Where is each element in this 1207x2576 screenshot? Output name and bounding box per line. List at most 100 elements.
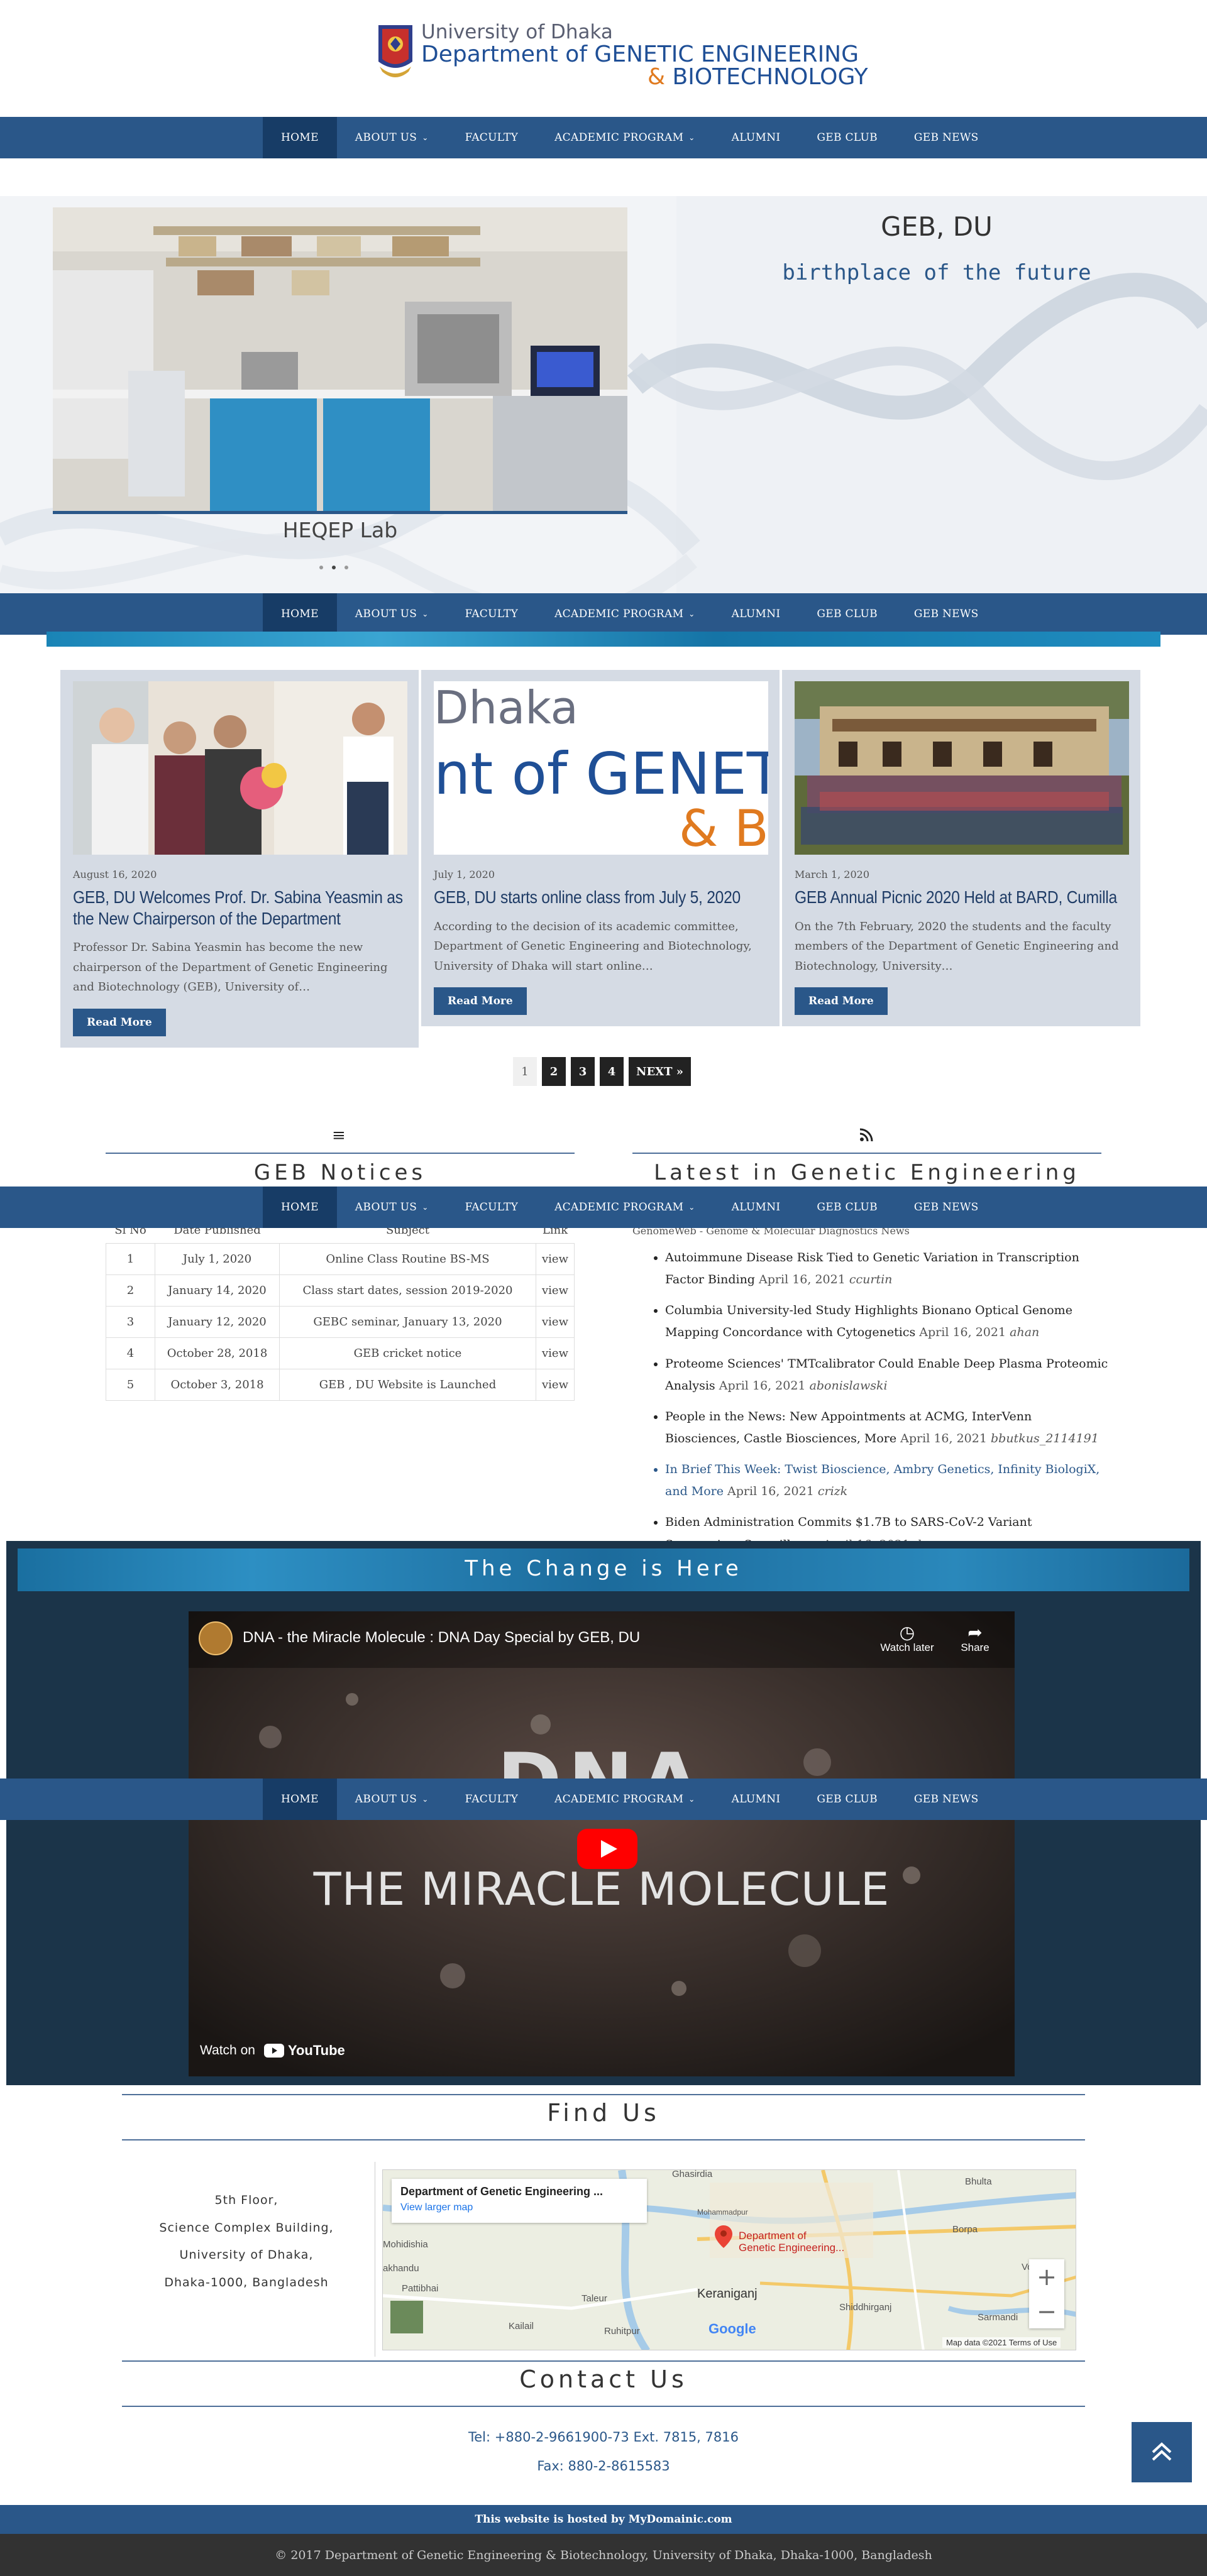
nav-faculty[interactable]: FACULTY <box>447 593 537 635</box>
map-pin-label-line: Genetic Engineering... <box>739 2241 845 2254</box>
nav-geb-club[interactable]: GEB CLUB <box>798 117 895 158</box>
section-divider <box>122 2139 1085 2140</box>
nav-alumni[interactable]: ALUMNI <box>714 1779 799 1820</box>
back-to-top-button[interactable] <box>1132 2422 1192 2482</box>
nav-alumni-label: ALUMNI <box>731 1201 781 1214</box>
post-title[interactable]: GEB Annual Picnic 2020 Held at BARD, Cum… <box>795 887 1127 908</box>
view-link[interactable]: view <box>536 1368 575 1401</box>
view-link[interactable]: view <box>536 1337 575 1369</box>
nav-home-label: HOME <box>281 1793 319 1806</box>
chevron-down-icon: ⌄ <box>422 1203 429 1212</box>
map-place-label: Pattibhai <box>402 2283 439 2294</box>
nav-geb-news[interactable]: GEB NEWS <box>896 1779 997 1820</box>
share-button[interactable]: ➦ Share <box>947 1624 1003 1654</box>
address-line: Science Complex Building, <box>159 2220 334 2235</box>
nav-home[interactable]: HOME <box>263 1779 337 1820</box>
post-excerpt: On the 7th February, 2020 the students a… <box>795 919 1119 973</box>
nav-home[interactable]: HOME <box>263 1187 337 1228</box>
nav-geb-news[interactable]: GEB NEWS <box>896 117 997 158</box>
play-button[interactable] <box>577 1829 637 1869</box>
zoom-in-button[interactable]: + <box>1029 2259 1064 2294</box>
nav-about-us[interactable]: ABOUT US ⌄ <box>337 593 447 635</box>
channel-avatar[interactable] <box>199 1621 233 1655</box>
next-page-button[interactable]: NEXT » <box>629 1057 692 1086</box>
post-thumbnail[interactable] <box>795 681 1129 855</box>
nav-geb-news[interactable]: GEB NEWS <box>896 593 997 635</box>
latest-news-feed: GenomeWeb - Genome & Molecular Diagnosti… <box>632 1222 1110 1565</box>
zoom-out-button[interactable]: − <box>1029 2294 1064 2328</box>
hosting-credit[interactable]: This website is hosted by MyDomainic.com <box>0 2505 1207 2534</box>
view-link[interactable]: view <box>536 1242 575 1275</box>
read-more-button[interactable]: Read More <box>73 1008 166 1036</box>
nav-about-us[interactable]: ABOUT US ⌄ <box>337 1779 447 1820</box>
view-larger-map-link[interactable]: View larger map <box>400 2202 638 2213</box>
nav-faculty[interactable]: FACULTY <box>447 1187 537 1228</box>
nav-geb-club[interactable]: GEB CLUB <box>798 1187 895 1228</box>
university-seal-icon <box>378 25 412 77</box>
site-logo[interactable]: University of Dhaka Department of GENETI… <box>376 23 868 89</box>
menu-icon: ≡ <box>332 1126 346 1145</box>
notices-table: Sl No Date Published Subject Link 1 July… <box>106 1218 575 1401</box>
google-logo: Google <box>708 2321 756 2337</box>
latest-title: Latest in Genetic Engineering <box>654 1160 1080 1185</box>
post-title[interactable]: GEB, DU starts online class from July 5,… <box>434 887 766 908</box>
post-thumbnail[interactable]: Dhaka nt of GENETI & BI <box>434 681 768 855</box>
cell-subject: Online Class Routine BS-MS <box>279 1242 536 1275</box>
view-link[interactable]: view <box>536 1305 575 1338</box>
map-pin-label: Department of Genetic Engineering... <box>739 2230 844 2254</box>
feed-item[interactable]: Columbia University-led Study Highlights… <box>665 1300 1110 1344</box>
nav-academic-program[interactable]: ACADEMIC PROGRAM ⌄ <box>536 593 714 635</box>
nav-alumni[interactable]: ALUMNI <box>714 117 799 158</box>
section-divider <box>122 2406 1085 2407</box>
page-2[interactable]: 2 <box>542 1057 566 1086</box>
nav-home[interactable]: HOME <box>263 117 337 158</box>
nav-academic-program[interactable]: ACADEMIC PROGRAM ⌄ <box>536 1187 714 1228</box>
nav-alumni[interactable]: ALUMNI <box>714 593 799 635</box>
slider-dot[interactable] <box>344 566 348 569</box>
nav-academic-program-label: ACADEMIC PROGRAM <box>554 131 684 144</box>
nav-geb-club[interactable]: GEB CLUB <box>798 1779 895 1820</box>
contact-us-title: Contact Us <box>519 2365 688 2393</box>
nav-academic-program[interactable]: ACADEMIC PROGRAM ⌄ <box>536 1779 714 1820</box>
slider-dot-active[interactable] <box>332 566 336 569</box>
nav-geb-news[interactable]: GEB NEWS <box>896 1187 997 1228</box>
thumb-text-bio: & BI <box>679 799 768 855</box>
feed-item[interactable]: In Brief This Week: Twist Bioscience, Am… <box>665 1459 1110 1503</box>
nav-about-us[interactable]: ABOUT US ⌄ <box>337 1187 447 1228</box>
section-divider <box>632 1153 1101 1154</box>
nav-home[interactable]: HOME <box>263 593 337 635</box>
nav-alumni[interactable]: ALUMNI <box>714 1187 799 1228</box>
map-zoom-control: + − <box>1029 2259 1064 2328</box>
hero-lab-photo <box>53 207 627 514</box>
nav-academic-program[interactable]: ACADEMIC PROGRAM ⌄ <box>536 117 714 158</box>
feed-item[interactable]: People in the News: New Appointments at … <box>665 1406 1110 1450</box>
cell-sl: 5 <box>106 1368 155 1401</box>
video-title[interactable]: DNA - the Miracle Molecule : DNA Day Spe… <box>243 1629 640 1647</box>
feed-item[interactable]: Proteome Sciences' TMTcalibrator Could E… <box>665 1353 1110 1397</box>
nav-geb-club[interactable]: GEB CLUB <box>798 593 895 635</box>
site-header: University of Dhaka Department of GENETI… <box>0 0 1207 117</box>
map-place-label: Sarmandi <box>978 2312 1018 2323</box>
youtube-logo: YouTube <box>263 2042 345 2059</box>
feed-item[interactable]: Autoimmune Disease Risk Tied to Genetic … <box>665 1247 1110 1291</box>
read-more-button[interactable]: Read More <box>795 987 888 1016</box>
post-title[interactable]: GEB, DU Welcomes Prof. Dr. Sabina Yeasmi… <box>73 887 405 929</box>
youtube-embed[interactable]: DNA - the Miracle Molecule : DNA Day Spe… <box>189 1611 1015 2076</box>
nav-faculty[interactable]: FACULTY <box>447 1779 537 1820</box>
post-thumbnail[interactable] <box>73 681 407 855</box>
google-map[interactable]: Ghasirdia Mohidishia Keraniganj Shiddhir… <box>382 2169 1076 2350</box>
read-more-button[interactable]: Read More <box>434 987 527 1016</box>
page-4[interactable]: 4 <box>600 1057 624 1086</box>
view-link[interactable]: view <box>536 1274 575 1307</box>
watch-later-button[interactable]: ◷ Watch later <box>879 1624 935 1654</box>
cell-date: October 28, 2018 <box>155 1337 280 1369</box>
watch-on-youtube-link[interactable]: Watch on YouTube <box>200 2042 345 2059</box>
slider-dots <box>319 566 348 569</box>
address-block: 5th Floor, Science Complex Building, Uni… <box>122 2187 371 2297</box>
page-3[interactable]: 3 <box>571 1057 595 1086</box>
nav-about-us[interactable]: ABOUT US ⌄ <box>337 117 447 158</box>
map-place-label: Ghasirdia <box>672 2169 713 2179</box>
slider-dot[interactable] <box>319 566 323 569</box>
map-pin-icon[interactable] <box>715 2225 732 2248</box>
nav-faculty[interactable]: FACULTY <box>447 117 537 158</box>
